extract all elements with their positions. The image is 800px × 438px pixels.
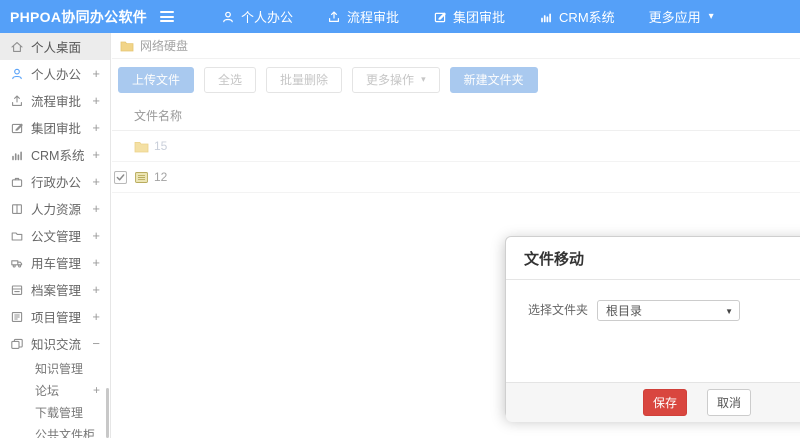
sidebar-item-human-resources[interactable]: 人力资源 +	[0, 195, 110, 222]
dialog-title: 文件移动	[506, 237, 800, 280]
topnav-personal-office[interactable]: 个人办公	[204, 0, 310, 33]
file-move-dialog: 文件移动 选择文件夹 根目录 ▼ 保存 取消	[505, 236, 800, 422]
upload-file-button[interactable]: 上传文件	[118, 66, 195, 93]
dialog-footer: 保存 取消	[506, 382, 800, 422]
breadcrumb: 网络硬盘	[112, 33, 800, 59]
folder-select[interactable]: 根目录 ▼	[597, 300, 741, 321]
upload-icon	[329, 10, 340, 22]
zip-file-icon	[135, 171, 148, 183]
select-caret-icon: ▼	[725, 307, 734, 316]
sidebar-item-vehicle-management[interactable]: 用车管理 +	[0, 249, 110, 276]
caret-down-icon: ▾	[421, 74, 426, 84]
file-table: 文件名称 15 12	[112, 103, 800, 193]
dialog-body: 选择文件夹 根目录 ▼	[506, 280, 800, 382]
top-navigation: 个人办公 流程审批 集团审批 CRM系统 更多应用 ▾	[204, 0, 731, 33]
sidebar: 个人桌面 个人办公 + 流程审批 + 集团审批 + CRM系统 + 行政办公 +…	[0, 33, 111, 438]
sidebar-subitem-forum[interactable]: 论坛 +	[0, 379, 110, 401]
batch-delete-button[interactable]: 批量删除	[266, 66, 343, 93]
sidebar-item-knowledge-exchange[interactable]: 知识交流 −	[0, 330, 110, 357]
sidebar-item-archive-management[interactable]: 档案管理 +	[0, 276, 110, 303]
layers-icon	[10, 337, 24, 351]
new-folder-button[interactable]: 新建文件夹	[449, 66, 538, 93]
topnav-more-apps[interactable]: 更多应用 ▾	[632, 0, 731, 33]
topnav-crm-system[interactable]: CRM系统	[522, 0, 632, 33]
cancel-button[interactable]: 取消	[707, 389, 752, 416]
check-icon	[116, 173, 125, 180]
file-name: 12	[154, 170, 168, 184]
briefcase-icon	[10, 175, 24, 189]
sidebar-scrollbar[interactable]	[106, 388, 109, 438]
file-name-column-header: 文件名称	[112, 103, 800, 131]
folder-name: 15	[154, 139, 168, 153]
sidebar-item-workflow-approval[interactable]: 流程审批 +	[0, 87, 110, 114]
edit-icon	[10, 121, 24, 135]
sidebar-subitem-public-file-cabinet[interactable]: 公共文件柜	[0, 423, 110, 438]
sidebar-item-personal-office[interactable]: 个人办公 +	[0, 60, 110, 87]
select-folder-label: 选择文件夹	[528, 303, 589, 317]
folder-icon	[134, 141, 149, 152]
select-all-button[interactable]: 全选	[204, 66, 257, 93]
save-button[interactable]: 保存	[643, 389, 688, 416]
top-bar: PHPOA协同办公软件 个人办公 流程审批 集团审批 CRM系统 更多应用 ▾	[0, 0, 800, 33]
toolbar: 上传文件 全选 批量删除 更多操作 ▾ 新建文件夹	[112, 59, 800, 95]
sidebar-item-group-approval[interactable]: 集团审批 +	[0, 114, 110, 141]
chart-icon	[541, 12, 551, 22]
truck-icon	[10, 256, 24, 270]
chart-icon	[10, 148, 24, 162]
sidebar-item-document-management[interactable]: 公文管理 +	[0, 222, 110, 249]
sidebar-subitem-knowledge-management[interactable]: 知识管理	[0, 357, 110, 379]
book-icon	[10, 202, 24, 216]
sidebar-item-crm-system[interactable]: CRM系统 +	[0, 141, 110, 168]
table-row-file-12[interactable]: 12	[112, 162, 800, 193]
home-icon	[10, 40, 24, 54]
document-icon	[10, 229, 24, 243]
upload-icon	[10, 94, 24, 108]
more-operations-button[interactable]: 更多操作 ▾	[352, 66, 440, 93]
sidebar-item-project-management[interactable]: 项目管理 +	[0, 303, 110, 330]
topnav-group-approval[interactable]: 集团审批	[416, 0, 522, 33]
folder-icon	[120, 41, 134, 51]
sidebar-item-personal-desktop[interactable]: 个人桌面	[0, 33, 110, 60]
user-icon	[223, 11, 233, 22]
edit-icon	[434, 12, 446, 22]
caret-down-icon: ▾	[708, 10, 714, 22]
row-checkbox-checked[interactable]	[114, 170, 127, 184]
sidebar-item-admin-office[interactable]: 行政办公 +	[0, 168, 110, 195]
table-row-folder-15[interactable]: 15	[112, 131, 800, 162]
breadcrumb-label: 网络硬盘	[140, 39, 189, 53]
hamburger-menu-icon[interactable]	[156, 7, 178, 26]
selected-folder-value: 根目录	[606, 304, 643, 318]
archive-icon	[10, 283, 24, 297]
topnav-workflow-approval[interactable]: 流程审批	[310, 0, 416, 33]
sidebar-subitem-download-management[interactable]: 下载管理	[0, 401, 110, 423]
project-icon	[10, 310, 24, 324]
user-icon	[10, 67, 24, 81]
app-logo: PHPOA协同办公软件	[10, 8, 148, 25]
